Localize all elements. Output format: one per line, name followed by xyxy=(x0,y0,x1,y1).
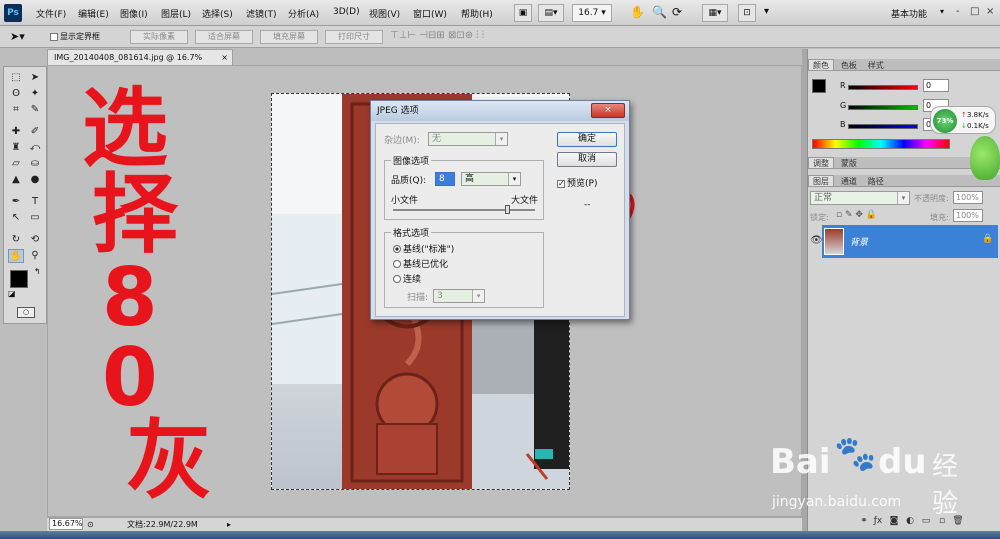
tab-swatches[interactable]: 色板 xyxy=(837,60,861,71)
channel-g-label: G xyxy=(840,101,847,110)
format-options-group: 格式选项 基线("标准") 基线已优化 连续 扫描: 3 ▾ xyxy=(384,226,544,308)
format-radio-baseline[interactable]: 基线("标准") xyxy=(393,242,454,255)
annotation-number: 8 0 xyxy=(102,251,162,424)
paw-icon: 🐾 xyxy=(834,434,877,474)
tab-channels[interactable]: 通道 xyxy=(837,176,861,187)
dialog-close-button[interactable]: × xyxy=(591,103,625,118)
color-spectrum-ramp[interactable] xyxy=(812,139,950,149)
watermark-brand-2: du xyxy=(878,442,927,482)
quality-slider-thumb[interactable] xyxy=(504,205,510,214)
watermark-brand: Bai xyxy=(770,442,831,482)
scans-select[interactable]: 3 ▾ xyxy=(433,289,485,303)
tab-masks[interactable]: 蒙版 xyxy=(837,158,861,169)
watermark-cn: 经验 xyxy=(932,452,959,519)
quality-input[interactable]: 8 xyxy=(435,172,455,186)
panel-fg-color[interactable] xyxy=(812,79,826,93)
lock-label: 锁定: xyxy=(810,213,829,222)
annotation-char-3: 灰 xyxy=(126,411,212,511)
layer-name[interactable]: 背景 xyxy=(850,235,868,248)
cancel-button[interactable]: 取消 xyxy=(557,152,617,167)
chevron-down-icon: ▾ xyxy=(495,133,507,145)
image-options-group: 图像选项 品质(Q): 8 高 ▾ 小文件 大文件 xyxy=(384,154,544,220)
tab-adjustments[interactable]: 调整 xyxy=(808,157,834,168)
annotation-text: 选 择 8 0 灰 xyxy=(82,86,212,504)
status-doc-info: 文档:22.9M/22.9M xyxy=(127,520,198,529)
chevron-down-icon: ▾ xyxy=(508,173,520,185)
eye-icon[interactable]: 👁 xyxy=(810,235,823,246)
tab-layers[interactable]: 图层 xyxy=(808,175,834,186)
status-preview-icon[interactable]: ⊙ xyxy=(87,518,94,531)
channel-b-label: B xyxy=(840,120,846,129)
scans-label: 扫描: xyxy=(407,293,429,303)
annotation-char-2: 择 xyxy=(92,165,178,265)
layer-thumbnail xyxy=(824,228,844,255)
small-file-label: 小文件 xyxy=(391,196,419,206)
upload-arrow-icon: ↑ xyxy=(961,111,967,119)
quality-label: 品质(Q): xyxy=(391,176,427,186)
download-arrow-icon: ↓ xyxy=(961,122,967,130)
watermark-url: jingyan.baidu.com xyxy=(772,494,902,510)
radio-icon xyxy=(393,260,401,268)
tab-paths[interactable]: 路径 xyxy=(864,176,888,187)
lock-icons[interactable]: ▫ ✎ ✥ 🔒 xyxy=(836,210,877,220)
matte-select[interactable]: 无 ▾ xyxy=(428,132,508,146)
ok-button[interactable]: 确定 xyxy=(557,132,617,147)
format-radio-progressive[interactable]: 连续 xyxy=(393,272,421,285)
radio-icon xyxy=(393,275,401,283)
matte-label: 杂边(M): xyxy=(384,136,420,146)
channel-g-slider[interactable] xyxy=(848,105,918,110)
opacity-label: 不透明度: xyxy=(914,194,949,203)
windows-taskbar xyxy=(0,531,1000,539)
status-menu-icon[interactable]: ▸ xyxy=(227,518,231,531)
fill-label: 填充: xyxy=(930,213,949,222)
preview-checkbox[interactable]: ✓ 预览(P) xyxy=(557,176,597,189)
format-options-title: 格式选项 xyxy=(391,226,432,239)
jpeg-options-dialog: JPEG 选项 × 杂边(M): 无 ▾ 图像选项 品质(Q): 8 高 ▾ 小文件… xyxy=(370,100,630,320)
channel-r-value[interactable]: 0 xyxy=(923,79,949,92)
tab-color[interactable]: 颜色 xyxy=(808,59,834,70)
opacity-value[interactable]: 100% xyxy=(953,191,983,204)
channel-b-slider[interactable] xyxy=(848,124,918,129)
status-bar: 16.67% ⊙ 文档:22.9M/22.9M ▸ xyxy=(47,517,802,531)
net-up: 3.8K/s xyxy=(967,111,989,119)
status-zoom[interactable]: 16.67% xyxy=(49,518,83,530)
fill-value[interactable]: 100% xyxy=(953,209,983,222)
blend-mode-select[interactable]: 正常 ▾ xyxy=(810,191,910,205)
format-radio-optimized[interactable]: 基线已优化 xyxy=(393,257,448,270)
dialog-body: 杂边(M): 无 ▾ 图像选项 品质(Q): 8 高 ▾ 小文件 大文件 格式选项 … xyxy=(375,123,625,317)
lock-icon: 🔒 xyxy=(982,234,994,244)
net-down: 0.1K/s xyxy=(967,122,989,130)
chevron-down-icon: ▾ xyxy=(897,192,909,204)
net-percent: 73% xyxy=(933,109,957,133)
radio-icon xyxy=(393,245,401,253)
checkmark-icon: ✓ xyxy=(557,178,565,188)
baidu-watermark: Bai 🐾 du 经验 jingyan.baidu.com xyxy=(770,432,980,522)
network-speed-widget[interactable]: 73% ↑ 3.8K/s ↓ 0.1K/s xyxy=(930,106,996,134)
large-file-label: 大文件 xyxy=(511,196,539,206)
image-options-title: 图像选项 xyxy=(391,154,432,167)
layer-row-background[interactable]: 👁 背景 🔒 xyxy=(810,225,998,258)
chevron-down-icon: ▾ xyxy=(472,290,484,302)
layers-panel-tabs: 图层 通道 路径 xyxy=(808,175,1000,187)
color-panel-tabs: 颜色 色板 样式 xyxy=(808,59,1000,71)
file-size-readout: -- xyxy=(584,200,591,210)
quality-preset-select[interactable]: 高 ▾ xyxy=(461,172,521,186)
channel-r-label: R xyxy=(840,81,846,90)
mascot-icon xyxy=(970,136,1000,180)
annotation-char-1: 选 xyxy=(82,79,168,179)
channel-r-slider[interactable] xyxy=(848,85,918,90)
tab-styles[interactable]: 样式 xyxy=(864,60,888,71)
quality-slider-track[interactable] xyxy=(393,209,535,211)
